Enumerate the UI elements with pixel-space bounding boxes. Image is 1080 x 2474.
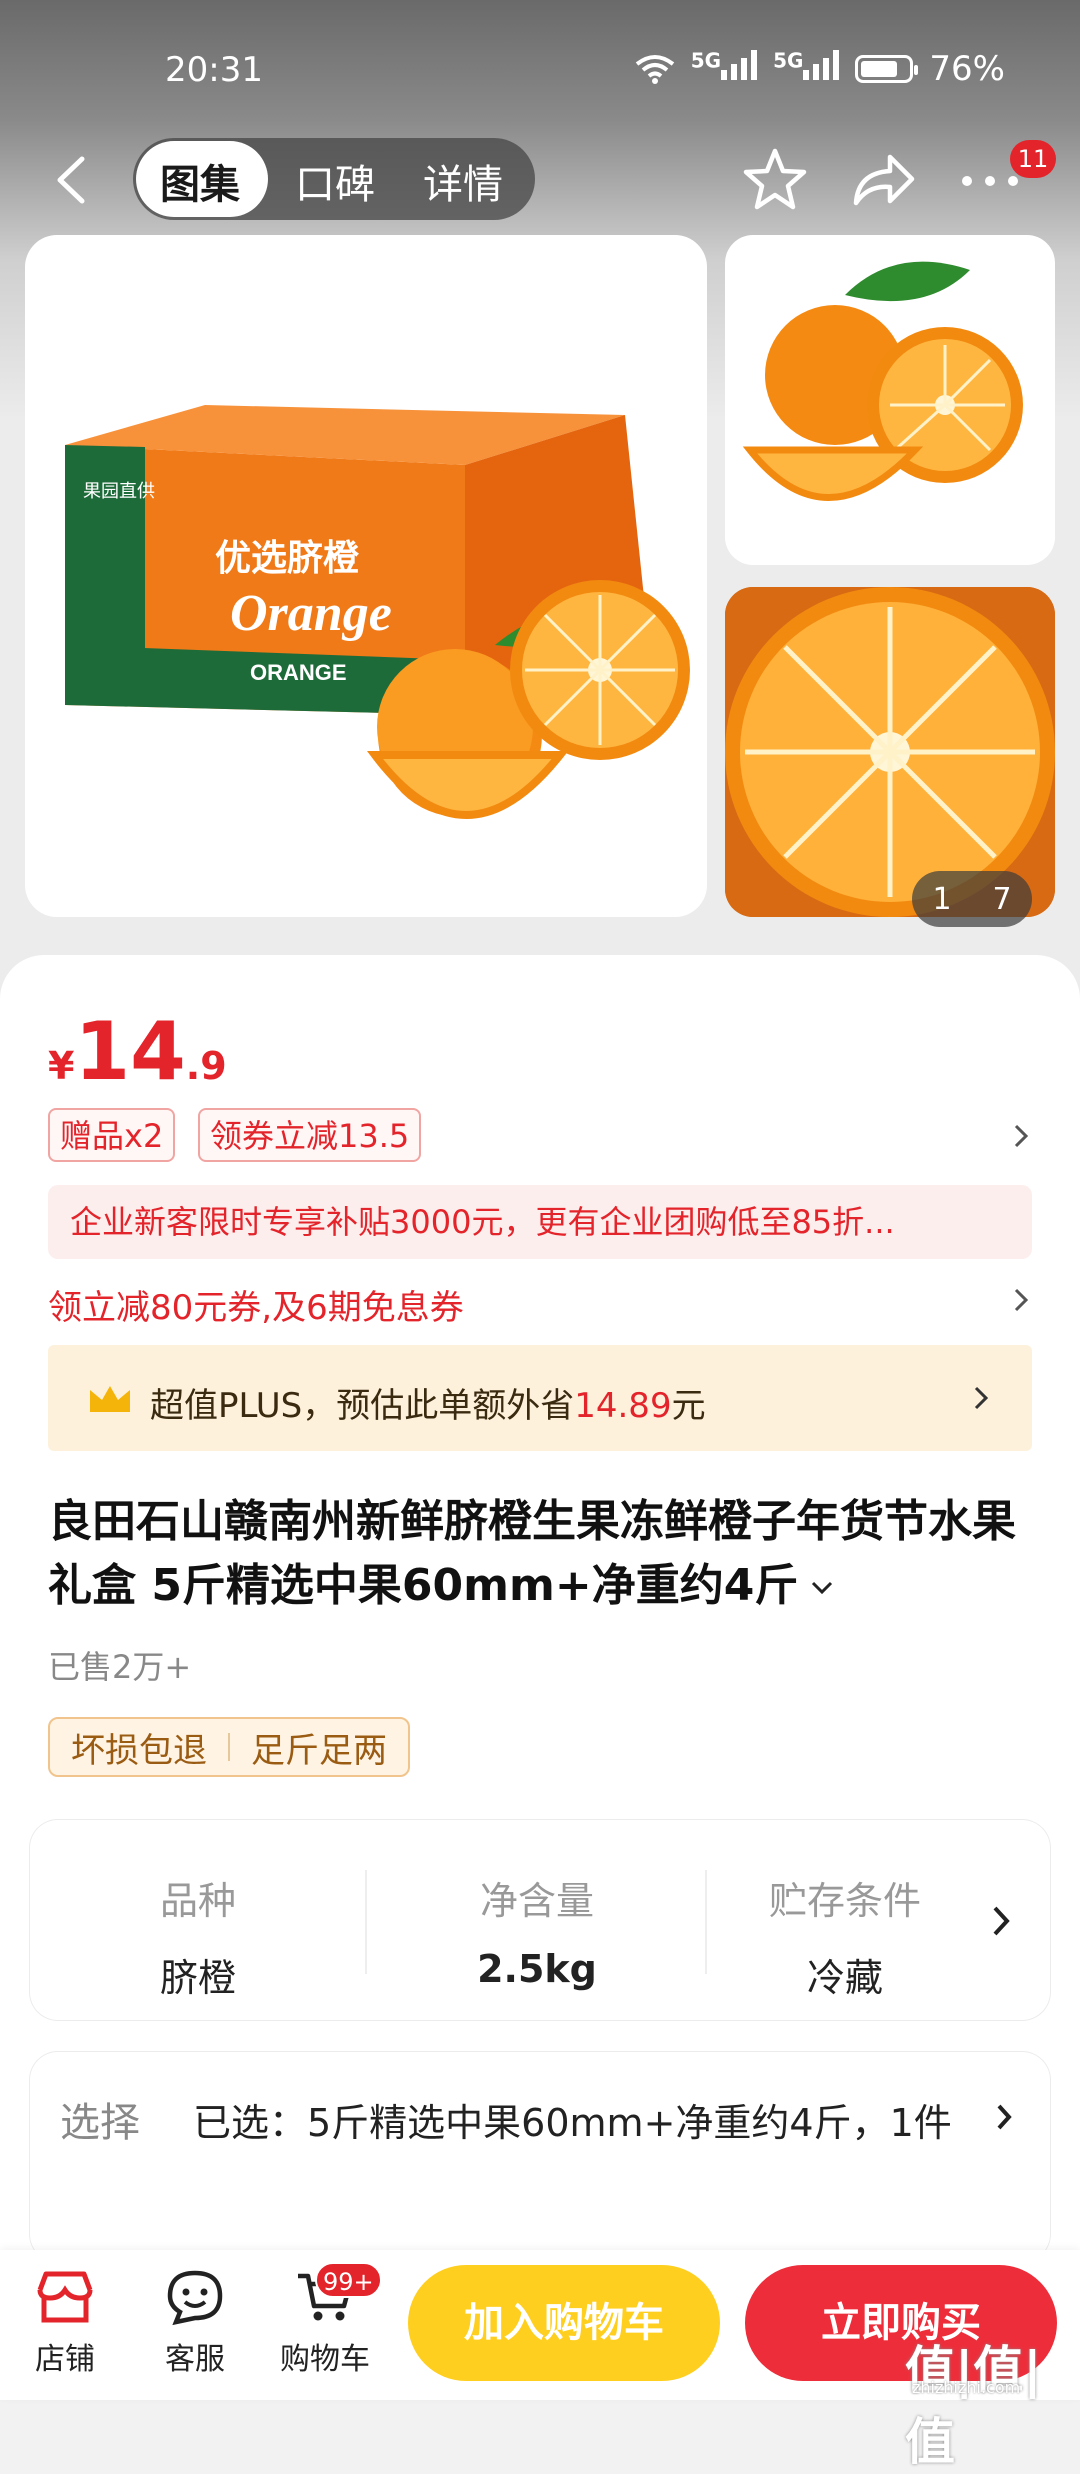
- cart-count-badge: 99+: [315, 2262, 382, 2298]
- selection-value: 已选：5斤精选中果60mm+净重约4斤，1件: [193, 2101, 952, 2145]
- spec-variety: 品种 脐橙: [48, 1870, 348, 2002]
- watermark-logo: 值|值|值: [905, 2341, 1042, 2471]
- image-counter: 1 7: [912, 871, 1032, 927]
- plus-text-prefix: 超值PLUS，预估此单额外省: [150, 1386, 575, 1426]
- shop-label: 店铺: [35, 2342, 95, 2377]
- tab-gallery[interactable]: 图集: [160, 152, 240, 210]
- expand-chevron-down-icon[interactable]: [810, 1580, 834, 1596]
- status-bar: 20:31 5G 5G 76%: [0, 0, 1080, 140]
- tab-reviews[interactable]: 口碑: [295, 152, 375, 210]
- service-guarantees[interactable]: 坏损包退 足斤足两: [48, 1717, 410, 1777]
- selection-label: 选择: [60, 2100, 140, 2146]
- product-title[interactable]: 良田石山赣南州新鲜脐橙生果冻鲜橙子年货节水果礼盒 5斤精选中果60mm+净重约4…: [48, 1490, 1028, 1618]
- selection-chevron-right-icon[interactable]: [994, 2102, 1014, 2132]
- cart-label: 购物车: [280, 2342, 370, 2377]
- box-script-text: Orange: [230, 585, 392, 642]
- product-title-text: 良田石山赣南州新鲜脐橙生果冻鲜橙子年货节水果礼盒 5斤精选中果60mm+净重约4…: [48, 1496, 1016, 1611]
- orange-cut-image: [742, 261, 1023, 501]
- service-full-weight: 足斤足两: [251, 1730, 387, 1771]
- tab-details[interactable]: 详情: [423, 152, 503, 210]
- price: ¥14.9: [48, 1005, 227, 1098]
- plus-unit: 元: [671, 1386, 706, 1426]
- service-divider: [228, 1733, 230, 1761]
- image-counter-current: 1: [932, 881, 952, 917]
- notification-badge: 11: [1010, 140, 1056, 178]
- spec-divider: [705, 1870, 707, 1974]
- plus-chevron-right-icon: [974, 1386, 989, 1410]
- orange-gift-box-image: 果园直供 优选脐橙 Orange ORANGE: [65, 405, 690, 819]
- sold-count: 已售2万+: [48, 1648, 192, 1686]
- spec-net-weight: 净含量 2.5kg: [387, 1870, 687, 1991]
- back-arrow-icon[interactable]: [52, 155, 92, 205]
- add-to-cart-button[interactable]: 加入购物车: [408, 2265, 720, 2381]
- customer-service-label: 客服: [165, 2342, 225, 2377]
- box-side-text: 果园直供: [83, 481, 155, 501]
- spec-storage: 贮存条件 冷藏: [725, 1870, 965, 2002]
- spec-divider: [365, 1870, 367, 1974]
- plus-amount: 14.89: [574, 1386, 672, 1426]
- battery-icon: [855, 54, 919, 83]
- price-currency: ¥: [48, 1044, 75, 1088]
- service-damage-refund: 坏损包退: [71, 1730, 207, 1771]
- status-icons: 5G 5G 76%: [635, 48, 1005, 89]
- price-integer: 14: [74, 1005, 186, 1098]
- price-decimal: .9: [185, 1044, 227, 1088]
- coupon-tag[interactable]: 领券立减13.5: [198, 1108, 422, 1162]
- image-counter-total: 7: [992, 881, 1012, 917]
- spec-net-weight-value: 2.5kg: [477, 1947, 597, 1991]
- spec-variety-value: 脐橙: [159, 1956, 236, 2000]
- box-title-text: 优选脐橙: [215, 537, 359, 578]
- favorite-star-icon[interactable]: [740, 145, 810, 215]
- spec-storage-key: 贮存条件: [768, 1879, 921, 1923]
- spec-variety-key: 品种: [159, 1879, 236, 1923]
- spec-net-weight-key: 净含量: [479, 1879, 594, 1923]
- watermark-url: zhizhizhi.com: [912, 2378, 1021, 2397]
- promo-chevron-right-icon[interactable]: [1012, 1122, 1030, 1150]
- spec-chevron-right-icon[interactable]: [990, 1904, 1012, 1938]
- crown-icon: [90, 1386, 130, 1412]
- product-main-image[interactable]: 果园直供 优选脐橙 Orange ORANGE: [25, 235, 707, 917]
- signal-1-icon: 5G: [691, 48, 758, 89]
- shop-button[interactable]: 店铺: [10, 2268, 120, 2378]
- product-thumbnail-1[interactable]: [725, 235, 1055, 565]
- spec-storage-value: 冷藏: [806, 1956, 883, 2000]
- shop-icon: [37, 2271, 93, 2323]
- signal-2-icon: 5G: [773, 48, 840, 89]
- share-icon[interactable]: [848, 145, 918, 215]
- orange-slice-closeup-image: [725, 587, 1055, 917]
- battery-percent: 76%: [929, 48, 1005, 89]
- coupon-chevron-right-icon[interactable]: [1012, 1286, 1030, 1314]
- box-brand-text: ORANGE: [250, 660, 347, 685]
- wifi-icon: [635, 54, 674, 84]
- chat-smile-icon: [167, 2270, 223, 2326]
- customer-service-button[interactable]: 客服: [140, 2268, 250, 2378]
- status-time: 20:31: [165, 50, 263, 90]
- coupon-offer-link[interactable]: 领立减80元券,及6期免息券: [48, 1280, 464, 1329]
- enterprise-promo-banner[interactable]: 企业新客限时专享补贴3000元，更有企业团购低至85折...: [48, 1185, 1032, 1259]
- product-thumbnail-2[interactable]: [725, 587, 1055, 917]
- gift-tag[interactable]: 赠品x2: [48, 1108, 176, 1162]
- plus-savings-text: 超值PLUS，预估此单额外省14.89元: [150, 1378, 706, 1427]
